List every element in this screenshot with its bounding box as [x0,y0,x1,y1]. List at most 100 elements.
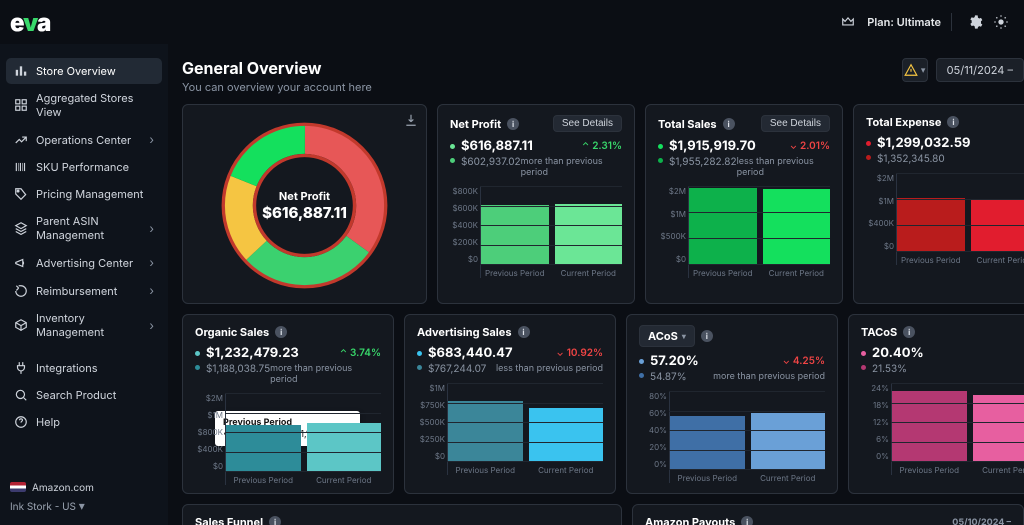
layers-icon [14,221,28,235]
info-icon[interactable]: i [518,326,530,338]
sidebar-item-inventory-management[interactable]: Inventory Management › [6,305,162,345]
bar-previous [892,391,967,461]
sidebar-item-label: Store Overview [36,64,116,78]
metric-previous-value: $1,188,038.75 [206,363,270,385]
bar-current [751,413,826,469]
period-bar-chart: 80%60%40%20%0% Previous Period Current P… [639,391,825,483]
chevron-right-icon: › [149,255,154,270]
x-axis-label: Previous Period [670,473,745,483]
delta-value: ⌃2.31% [582,140,622,152]
card-title: Total Sales [658,117,717,131]
x-axis-label: Previous Period [448,465,523,475]
chart-bar-icon [14,64,28,78]
period-note: less than previous period [496,363,603,375]
x-axis-label: Current Period [751,473,826,483]
sidebar-item-advertising-center[interactable]: Advertising Center › [6,249,162,276]
sidebar-item-aggregated-stores-view[interactable]: Aggregated Stores View [6,85,162,125]
donut-center-value: $616,887.11 [262,203,347,222]
kpi-card-total-sales: Total Sales i See Details $1,915,919.70 ⌄… [645,104,843,304]
x-axis-label: Current Period [307,475,382,485]
sidebar-item-label: Reimbursement [36,284,117,298]
series-dot-icon [639,373,644,378]
metric-value: $1,915,919.70 [669,138,756,154]
caret-up-icon: ⌃ [582,141,589,152]
x-axis-label: Current Period [973,465,1024,475]
sidebar-item-sku-performance[interactable]: SKU Performance [6,154,162,180]
page-title: General Overview [182,58,372,78]
period-bar-chart: $2M$1M$500K$0 Previous Period Current Pe… [658,186,830,278]
info-icon[interactable]: i [947,116,959,128]
bar-current [971,200,1024,251]
bar-current [555,204,623,264]
period-note: more than previous period [521,156,622,178]
metric-value: $616,887.11 [461,138,533,154]
caret-down-icon: ⌄ [790,141,797,152]
bar-previous [226,425,301,471]
sidebar-item-search-product[interactable]: Search Product [6,382,162,408]
x-axis-label: Previous Period [481,268,549,278]
store-selector[interactable]: Ink Stork - US ▾ [10,498,158,513]
sidebar-item-reimbursement[interactable]: Reimbursement › [6,277,162,304]
info-icon[interactable]: i [507,118,519,130]
card-title: Total Expense [866,115,941,129]
series-dot-icon [658,144,663,149]
x-axis-label: Previous Period [226,475,301,485]
marketplace-selector[interactable]: Amazon.com [10,482,158,494]
info-icon[interactable]: i [903,326,915,338]
sidebar-item-label: Search Product [36,388,116,402]
amazon-payouts-card: Amazon Payouts i 05/10/2024 – $600K$450K [632,504,1024,525]
main-content: General Overview You can overview your a… [168,44,1024,525]
metric-value: 57.20% [650,353,699,369]
metric-value: $683,440.47 [428,345,513,361]
sidebar-item-integrations[interactable]: Integrations [6,355,162,381]
alerts-button[interactable]: ▾ [902,58,928,82]
x-axis-label: Current Period [971,255,1024,265]
sidebar-item-label: Advertising Center [36,256,133,270]
sidebar-item-label: SKU Performance [36,160,129,174]
donut-center-label: Net Profit [262,189,347,203]
bar-previous [481,205,549,264]
x-axis-label: Previous Period [892,465,967,475]
settings-icon[interactable] [966,13,984,31]
series-dot-icon [417,351,422,356]
info-icon[interactable]: i [269,516,281,525]
box-icon [14,318,28,332]
sidebar-item-store-overview[interactable]: Store Overview [6,58,162,84]
metric-previous-value: $767,244.07 [428,363,486,375]
tag-icon [14,187,28,201]
bar-current [973,395,1024,461]
caret-down-icon: ⌄ [557,348,564,359]
barcode-icon [14,160,28,174]
sidebar-item-operations-center[interactable]: Operations Center › [6,126,162,153]
card-title: Sales Funnel [195,515,263,525]
sales-funnel-card: Sales Funnel i Page View i 690,710 ▾ 37.… [182,504,622,525]
sidebar-item-pricing-management[interactable]: Pricing Management [6,181,162,207]
metric-selector[interactable]: ACoS ▾ [639,325,695,347]
info-icon[interactable]: i [741,516,753,525]
info-icon[interactable]: i [723,118,735,130]
chevron-right-icon: › [149,283,154,298]
megaphone-icon [14,256,28,270]
info-icon[interactable]: i [701,330,713,342]
bar-previous [689,188,757,264]
help-icon [14,415,28,429]
grid-icon [14,98,28,112]
see-details-button[interactable]: See Details [553,115,622,132]
info-icon[interactable]: i [275,326,287,338]
see-details-button[interactable]: See Details [761,115,830,132]
period-note: more than previous period [270,363,381,385]
plan-indicator[interactable]: Plan: Ultimate [835,13,941,31]
us-flag-icon [10,482,26,492]
metric-previous-value: 21.53% [872,363,907,375]
series-dot-icon [861,351,866,356]
card-title: TACoS [861,325,897,339]
caret-down-icon: ⌄ [783,356,790,367]
metric-value: 20.40% [872,345,924,361]
sidebar-item-help[interactable]: Help [6,409,162,435]
bar-current [307,423,382,471]
theme-toggle-icon[interactable] [992,13,1010,31]
payouts-date: 05/10/2024 – [952,517,1011,525]
date-range-picker[interactable]: 05/11/2024 – [936,58,1024,82]
bar-previous [670,416,745,469]
sidebar-item-parent-asin-management[interactable]: Parent ASIN Management › [6,208,162,248]
